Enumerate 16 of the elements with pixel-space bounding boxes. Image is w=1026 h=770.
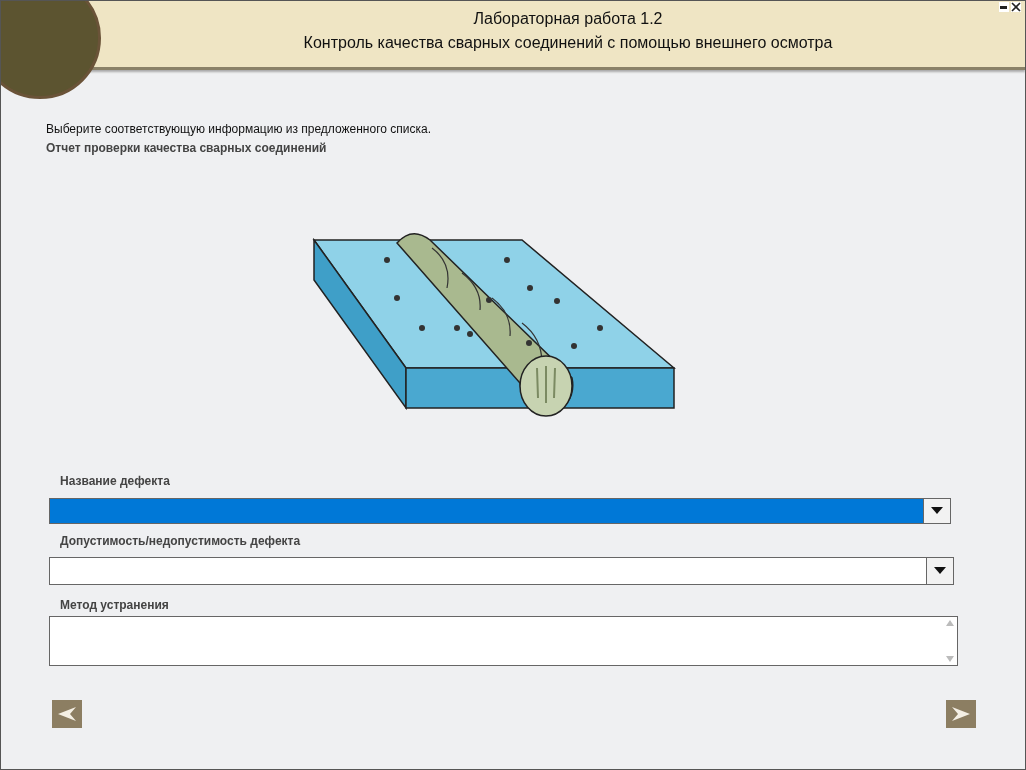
report-title: Отчет проверки качества сварных соединений <box>46 141 328 155</box>
field-label: Допустимость/недопустимость дефекта <box>60 534 302 550</box>
text-area[interactable] <box>49 616 958 666</box>
next-button[interactable] <box>946 700 976 728</box>
lab-subtitle: Контроль качества сварных соединений с помощью внешнего осмотра <box>303 34 833 52</box>
minimize-icon[interactable] <box>999 2 1009 12</box>
lab-title: Лабораторная работа 1.2 <box>473 10 663 28</box>
close-icon[interactable] <box>1011 2 1021 12</box>
dropdown-field[interactable] <box>49 557 954 585</box>
dropdown-field[interactable] <box>49 498 951 524</box>
field-label: Метод устранения <box>60 598 170 614</box>
instruction-text: Выберите соответствующую информацию из предложенного списка. <box>46 122 432 136</box>
field-label: Название дефекта <box>60 474 171 490</box>
back-button[interactable] <box>52 700 82 728</box>
right-arrow-icon <box>952 707 970 721</box>
left-arrow-icon <box>58 707 76 721</box>
